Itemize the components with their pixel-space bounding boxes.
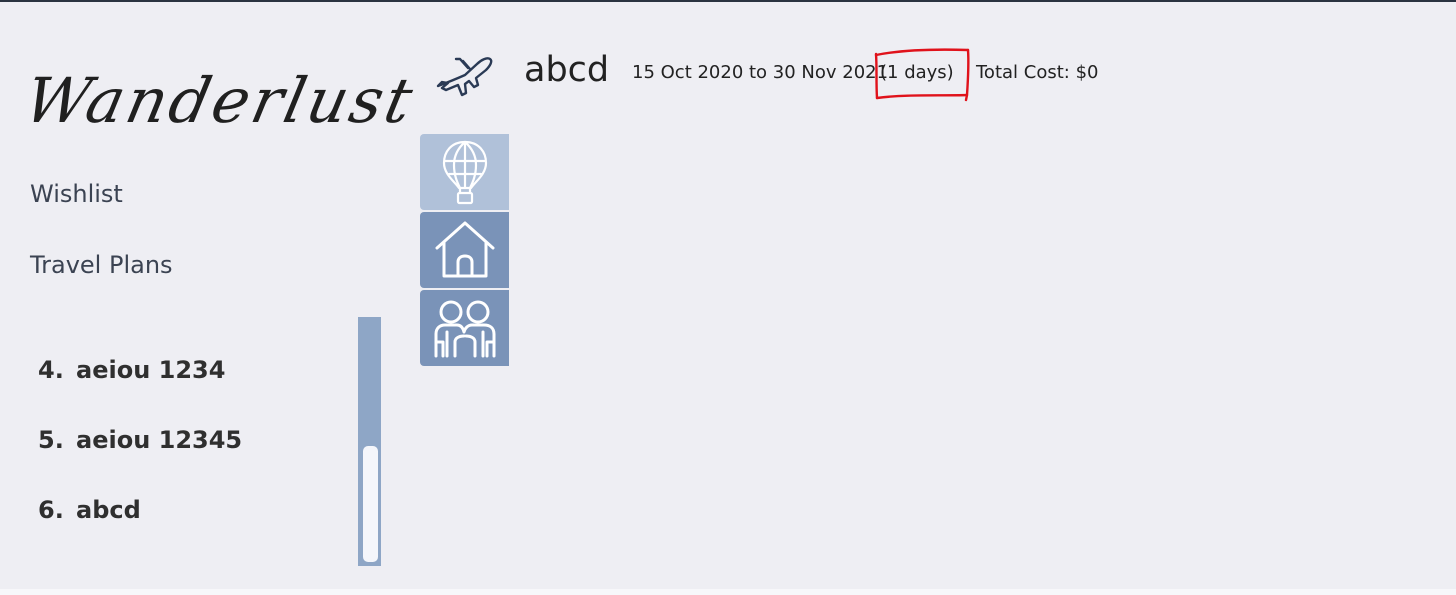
plan-index: 6. [38,496,64,524]
tab-activity[interactable] [420,134,509,210]
nav-wishlist[interactable]: Wishlist [30,180,123,208]
airplane-icon [432,52,496,100]
window-bottom-border [0,589,1456,595]
window-top-border [0,0,1456,2]
tab-friends[interactable] [420,290,509,366]
plan-title: abcd [524,50,610,90]
app-logo: Wanderlust [18,64,422,137]
friends-icon [434,300,495,358]
plan-list-item[interactable]: 6. abcd [38,496,348,566]
house-icon [435,221,494,278]
hot-air-balloon-icon [442,140,487,205]
plan-date-range: 15 Oct 2020 to 30 Nov 2021 [632,62,889,83]
scrollbar-thumb[interactable] [363,446,378,562]
tab-accommodation[interactable] [420,212,509,288]
plan-item-name: abcd [76,496,141,524]
highlight-annotation [874,48,970,102]
plan-list-item[interactable]: 4. aeiou 1234 [38,356,348,426]
plan-item-name: aeiou 1234 [76,356,226,384]
nav-travel-plans[interactable]: Travel Plans [30,251,173,279]
plan-total-cost: Total Cost: $0 [976,62,1099,83]
plan-index: 4. [38,356,64,384]
plan-index: 5. [38,426,64,454]
travel-plan-list: 4. aeiou 1234 5. aeiou 12345 6. abcd [38,356,348,566]
plan-list-item[interactable]: 5. aeiou 12345 [38,426,348,496]
plan-item-name: aeiou 12345 [76,426,243,454]
